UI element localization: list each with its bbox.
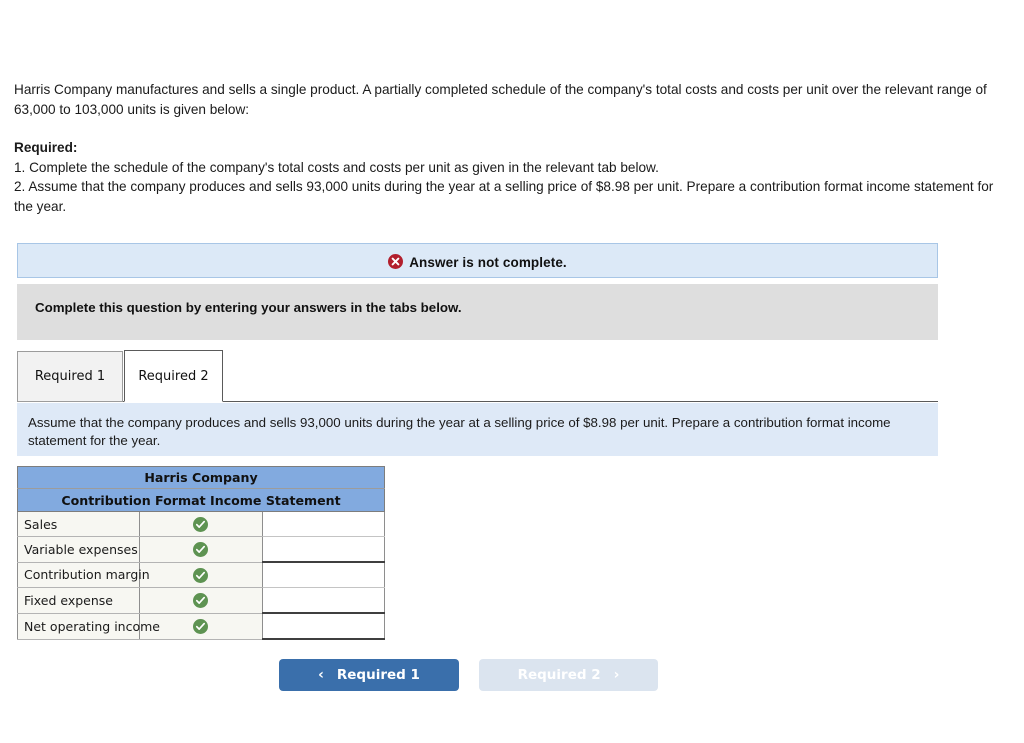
row-label-variable-expenses: Variable expenses <box>16 536 141 563</box>
row-value-variable-expenses[interactable] <box>261 536 386 563</box>
check-circle-icon <box>193 567 209 583</box>
instruction-bar: Complete this question by entering your … <box>17 284 938 340</box>
table-row: Sales <box>16 511 386 537</box>
tab-required-1[interactable]: Required 1 <box>17 351 123 402</box>
table-header-title: Contribution Format Income Statement <box>17 488 385 512</box>
previous-required-1-button[interactable]: ‹ Required 1 <box>279 659 459 691</box>
chevron-right-icon: › <box>613 667 620 683</box>
instruction-bar-text: Complete this question by entering your … <box>35 300 462 315</box>
row-status-variable-expenses <box>139 536 263 563</box>
next-button-label: Required 2 <box>517 667 601 683</box>
table-row: Fixed expense <box>16 587 386 614</box>
tab-strip: Required 1 Required 2 <box>17 349 938 402</box>
row-label-fixed-expense: Fixed expense <box>16 587 141 614</box>
next-required-2-button[interactable]: Required 2 › <box>479 659 658 691</box>
tab-required-2[interactable]: Required 2 <box>124 350 223 402</box>
tab-required-1-label: Required 1 <box>34 369 106 384</box>
answer-status-banner: Answer is not complete. <box>17 243 938 278</box>
check-circle-icon <box>193 593 209 609</box>
check-circle-icon <box>193 619 209 634</box>
row-label-contribution-margin: Contribution margin <box>16 562 150 588</box>
table-header-company: Harris Company <box>17 466 385 489</box>
answer-status-text: Answer is not complete. <box>388 252 567 270</box>
check-circle-icon <box>193 542 209 558</box>
row-value-net-operating-income[interactable] <box>261 612 386 640</box>
sub-instruction-panel: Assume that the company produces and sel… <box>17 403 938 456</box>
row-value-contribution-margin[interactable] <box>261 561 386 588</box>
row-status-sales <box>139 511 263 537</box>
table-header-company-row: Harris Company <box>17 466 385 489</box>
requirement-1-text: 1. Complete the schedule of the company'… <box>14 159 659 175</box>
answer-status-label: Answer is not complete. <box>409 254 567 270</box>
problem-statement: Harris Company manufactures and sells a … <box>14 80 1010 216</box>
error-x-icon <box>388 253 404 269</box>
required-heading: Required: <box>14 140 78 155</box>
row-value-fixed-expense[interactable] <box>261 587 386 614</box>
table-row: Net operating income <box>16 612 386 640</box>
previous-button-label: Required 1 <box>336 667 420 683</box>
row-label-net-operating-income: Net operating income <box>16 613 160 640</box>
table-row: Variable expenses <box>16 536 386 563</box>
problem-intro: Harris Company manufactures and sells a … <box>14 82 987 117</box>
chevron-left-icon: ‹ <box>318 667 324 683</box>
requirement-2-text: 2. Assume that the company produces and … <box>14 179 994 214</box>
row-status-fixed-expense <box>139 587 263 614</box>
contribution-format-income-statement-table: Harris Company Contribution Format Incom… <box>16 466 386 640</box>
row-label-sales: Sales <box>16 511 141 537</box>
tab-required-2-label: Required 2 <box>138 368 209 384</box>
table-row: Contribution margin <box>16 561 386 588</box>
row-status-contribution-margin <box>139 562 263 588</box>
check-circle-icon <box>193 517 209 532</box>
table-header-title-row: Contribution Format Income Statement <box>17 488 385 512</box>
sub-instruction-text: Assume that the company produces and sel… <box>28 415 891 448</box>
row-value-sales[interactable] <box>261 511 386 537</box>
